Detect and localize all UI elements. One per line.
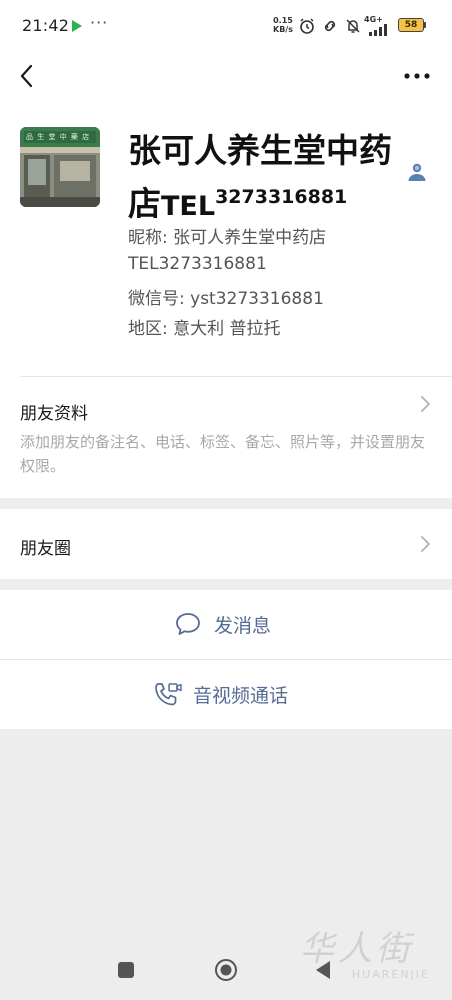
region-label: 地区: <box>128 319 168 339</box>
watermark-top: 华人街 <box>300 929 414 969</box>
watermark: 华人街 HUARENJIE <box>300 930 440 990</box>
profile-name-tel: TEL <box>161 191 216 222</box>
contact-card-icon[interactable] <box>405 160 429 184</box>
recent-apps-button[interactable] <box>118 962 134 978</box>
back-button[interactable] <box>12 60 44 92</box>
profile-name: 张可人养生堂中药店TEL3273316881 <box>128 128 398 230</box>
nickname-line: 昵称: 张可人养生堂中药店 <box>128 223 326 248</box>
net-speed-unit: KB/s <box>273 25 293 34</box>
wechat-id-label: 微信号: <box>128 289 185 309</box>
play-store-icon <box>72 20 82 32</box>
net-speed: 0.15 KB/s <box>273 16 293 34</box>
moments-title: 朋友圈 <box>20 539 71 559</box>
region-value: 意大利 普拉托 <box>173 319 281 339</box>
region-line: 地区: 意大利 普拉托 <box>128 314 281 339</box>
battery-tip <box>424 22 426 28</box>
avatar-sign-text: 品 生 堂 中 藥 店 <box>26 133 91 141</box>
profile-name-number: 3273316881 <box>215 186 348 208</box>
chevron-right-icon <box>421 396 430 412</box>
link-icon <box>324 20 336 32</box>
status-time: 21:42 <box>22 16 70 35</box>
mute-icon <box>346 19 360 33</box>
send-message-label: 发消息 <box>214 615 272 637</box>
tel-line: TEL3273316881 <box>128 254 267 274</box>
net-type: 4G+ <box>364 15 383 24</box>
nickname-value: 张可人养生堂中药店 <box>173 228 327 248</box>
watermark-bottom: HUARENJIE <box>351 968 430 981</box>
friend-info-title: 朋友资料 <box>20 404 88 424</box>
wechat-id-value: yst3273316881 <box>190 289 324 309</box>
wechat-id-line: 微信号: yst3273316881 <box>128 284 324 309</box>
divider <box>20 376 452 377</box>
signal-icon <box>369 24 387 36</box>
status-more-dots: ··· <box>90 13 109 32</box>
chat-bubble-icon <box>176 613 200 635</box>
phone-video-icon <box>155 683 182 706</box>
chevron-right-icon <box>421 536 430 552</box>
more-button[interactable] <box>400 62 434 90</box>
avatar[interactable]: 品 生 堂 中 藥 店 <box>20 127 100 207</box>
net-speed-value: 0.15 <box>273 16 293 25</box>
friend-info-desc: 添加朋友的备注名、电话、标签、备忘、照片等，并设置朋友权限。 <box>20 433 426 475</box>
battery-level: 58 <box>404 20 418 30</box>
video-call-label: 音视频通话 <box>193 685 289 707</box>
alarm-icon <box>300 18 314 34</box>
nickname-label: 昵称: <box>128 228 168 248</box>
home-button[interactable] <box>214 958 238 982</box>
